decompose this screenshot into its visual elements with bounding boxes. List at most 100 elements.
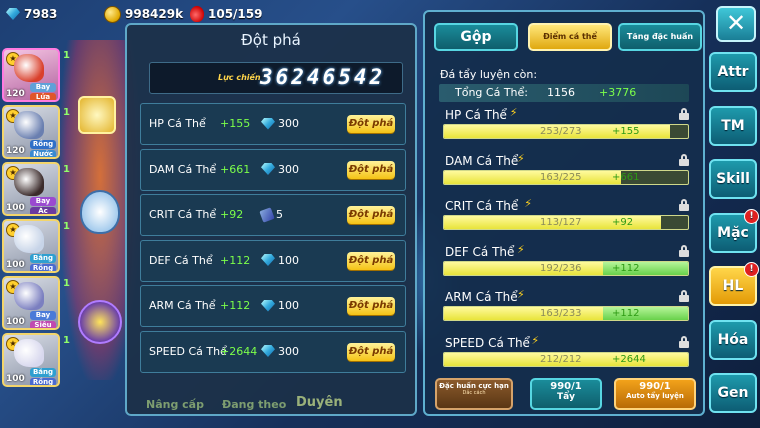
stat-bonus: +112: [220, 299, 251, 312]
potion-icon: [190, 6, 204, 22]
tab-individual-points[interactable]: Điểm cá thể: [528, 23, 612, 51]
stat-current: 253/273: [540, 126, 582, 137]
bottom-nav-upgrade[interactable]: Nâng cấp: [146, 398, 204, 411]
reroll-label: Tẩy: [556, 392, 576, 402]
extreme-training-button[interactable]: Đặc huấn cực hạn Dắc cách: [435, 378, 513, 410]
stat-progress-bar: 163/225 +661: [443, 169, 689, 185]
stat-bonus: +2644: [220, 344, 258, 358]
lock-icon[interactable]: [679, 335, 689, 348]
stat-bonus: +661: [220, 162, 251, 176]
stat-current: 163/233: [540, 308, 582, 319]
stat-progress-bar: 192/236 +112: [443, 260, 689, 276]
stat-cost: 100: [261, 254, 299, 267]
energy-resource: 105/159: [190, 4, 262, 24]
stat-bonus: +112: [220, 253, 251, 267]
monster-portrait: [14, 225, 44, 253]
lock-icon[interactable]: [679, 108, 689, 120]
element-tag: Băng: [30, 368, 56, 377]
breakthrough-button[interactable]: Đột phá: [347, 160, 395, 179]
element-tag: Siêu: [30, 321, 56, 328]
monster-portrait: [14, 282, 44, 310]
individual-stat: CRIT Cá Thể ⚡ 113/127 +92: [443, 197, 689, 241]
monster-level: 100: [6, 260, 25, 270]
scroll-item-icon[interactable]: [78, 96, 116, 134]
breakthrough-row: DAM Cá Thể +661 300 Đột phá: [140, 148, 406, 191]
total-individual: Tổng Cá Thể: 1156 +3776: [439, 84, 689, 102]
stat-name: SPEED Cá Thể: [149, 344, 227, 358]
gem-resource: 7983: [6, 4, 57, 24]
lightning-icon: ⚡: [517, 288, 525, 301]
lightning-icon: ⚡: [531, 333, 540, 347]
individual-stat: ARM Cá Thể ⚡ 163/233 +112: [443, 288, 689, 332]
team-member[interactable]: ★ Rồng Nước 120: [2, 105, 60, 159]
breakthrough-button[interactable]: Đột phá: [347, 115, 395, 133]
gold-count: 998429k: [125, 7, 184, 21]
element-tag: Bay: [30, 311, 56, 320]
close-button[interactable]: ✕: [716, 6, 756, 42]
gem-icon: [261, 163, 275, 175]
stat-add: +112: [612, 262, 640, 274]
breakthrough-row: CRIT Cá Thể +92 5 Đột phá: [140, 194, 406, 236]
breakthrough-panel: Đột phá Lực chiến 36246542 HP Cá Thể +155…: [125, 23, 417, 416]
auto-reroll-label: Auto tẩy luyện: [626, 392, 684, 400]
stat-name: DEF Cá Thể: [149, 253, 213, 267]
lock-icon[interactable]: [679, 199, 689, 211]
monster-level: 100: [6, 374, 25, 384]
gem-icon: [261, 299, 275, 312]
gem-icon: [6, 8, 20, 20]
individual-stat: DEF Cá Thể ⚡ 192/236 +112: [443, 243, 689, 287]
auto-reroll-button[interactable]: 990/1 Auto tẩy luyện: [614, 378, 696, 410]
bottom-nav-following[interactable]: Đang theo: [222, 398, 286, 411]
gem-icon: [261, 117, 275, 130]
stat-current: 192/236: [540, 262, 582, 274]
monster-level: 100: [6, 317, 25, 327]
breakthrough-button[interactable]: Đột phá: [347, 297, 395, 315]
element-tag: Bay: [30, 197, 56, 206]
lock-icon[interactable]: [679, 290, 689, 302]
bar-fill: [444, 170, 621, 184]
tab-merge[interactable]: Gộp: [434, 23, 518, 51]
monster-portrait: [14, 111, 44, 139]
side-nav-label: TM: [721, 117, 745, 134]
team-member[interactable]: ★ Bay Lửa 120: [2, 48, 60, 102]
bottom-nav-destiny[interactable]: Duyên: [296, 395, 343, 410]
breakthrough-button[interactable]: Đột phá: [347, 251, 395, 270]
breakthrough-button[interactable]: Đột phá: [347, 342, 395, 361]
stat-name: CRIT Cá Thể: [445, 199, 519, 213]
element-tag: Lửa: [30, 93, 56, 100]
energy-count: 105/159: [208, 7, 263, 21]
side-nav-hl[interactable]: HL!: [709, 262, 759, 306]
team-member[interactable]: ★ Bay Siêu 100: [2, 276, 60, 330]
team-member[interactable]: ★ Băng Rồng 100: [2, 333, 60, 387]
side-nav-mặc[interactable]: Mặc!: [709, 208, 759, 253]
gem-icon: [261, 345, 275, 357]
team-member[interactable]: ★ Bay Ác 100: [2, 162, 60, 216]
tab-special-training[interactable]: Tăng đặc huấn: [618, 23, 702, 51]
side-nav-attr[interactable]: Attr: [709, 52, 757, 92]
lightning-icon: ⚡: [517, 151, 525, 165]
element-tag: Băng: [30, 254, 56, 263]
reroll-button[interactable]: 990/1 Tẩy: [530, 378, 602, 410]
gem-icon: [261, 254, 275, 266]
lock-icon[interactable]: [679, 244, 689, 257]
stat-current: 113/127: [540, 217, 582, 228]
side-nav-gen[interactable]: Gen: [709, 373, 757, 413]
lock-icon[interactable]: [679, 153, 689, 166]
total-bonus: +3776: [599, 86, 637, 99]
side-nav-tm[interactable]: TM: [709, 105, 757, 146]
lock-shield-icon[interactable]: [80, 190, 120, 234]
cost-amount: 300: [278, 117, 299, 130]
stat-progress-bar: 113/127 +92: [443, 215, 689, 230]
team-member[interactable]: ★ Băng Rồng 100: [2, 219, 60, 273]
stat-name: CRIT Cá Thể: [149, 208, 217, 221]
monster-level: 120: [6, 89, 25, 99]
side-nav-label: Hóa: [717, 331, 749, 348]
monster-portrait: [14, 168, 44, 196]
emblem-icon[interactable]: [78, 300, 122, 344]
breakthrough-button[interactable]: Đột phá: [347, 206, 395, 224]
stat-add: +92: [612, 217, 634, 228]
gold-coin-icon: [104, 5, 121, 23]
side-nav-skill[interactable]: Skill: [709, 159, 757, 199]
side-nav-hóa[interactable]: Hóa: [709, 319, 757, 360]
element-tag: Ác: [30, 207, 56, 214]
